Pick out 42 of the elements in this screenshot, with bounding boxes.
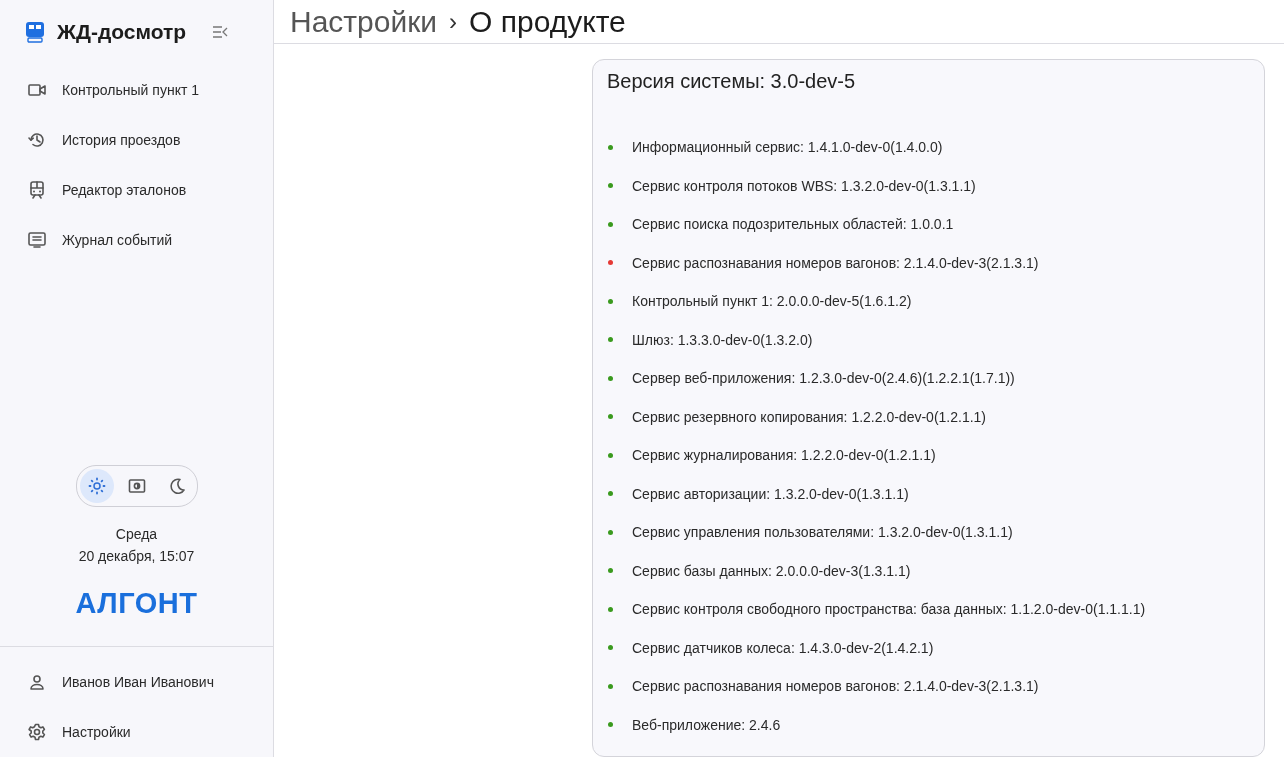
card-title: Версия системы: 3.0-dev-5 xyxy=(607,70,857,93)
service-version-text: Сервис базы данных: 2.0.0.0-dev-3(1.3.1.1) xyxy=(632,562,911,579)
sun-icon xyxy=(87,477,106,495)
sidebar-item[interactable]: Контрольный пункт 1 xyxy=(0,65,273,115)
contrast-icon xyxy=(127,478,146,494)
service-version-text: Сервис поиска подозрительных областей: 1.0.0.1 xyxy=(632,216,954,233)
camera-icon xyxy=(28,83,46,97)
service-version-text: Сервис резервного копирования: 1.2.2.0-dev-0(1.2.1.1) xyxy=(632,408,986,425)
service-version-text: Контрольный пункт 1: 2.0.0.0-dev-5(1.6.1.2) xyxy=(632,293,912,310)
service-version-text: Сервер веб-приложения: 1.2.3.0-dev-0(2.4.6)(1.2.2.1(1.7.1)) xyxy=(632,370,1015,387)
sidebar-item[interactable]: Редактор эталонов xyxy=(0,165,273,215)
sidebar-item[interactable]: История проездов xyxy=(0,115,273,165)
service-version-text: Сервис датчиков колеса: 1.4.3.0-dev-2(1.4.2.1) xyxy=(632,639,934,656)
monitor-list-icon xyxy=(28,232,46,248)
service-version-text: Сервис контроля свободного пространства: база данных: 1.1.2.0-dev-0(1.1.1.1) xyxy=(632,601,1146,618)
app-title: ЖД-досмотр xyxy=(57,20,187,44)
service-version-text: Шлюз: 1.3.3.0-dev-0(1.3.2.0) xyxy=(632,331,813,348)
date-time-label: 20 декабря, 15:07 xyxy=(77,547,196,566)
service-version-text: Веб-приложение: 2.4.6 xyxy=(632,716,781,733)
service-version-text: Сервис авторизации: 1.3.2.0-dev-0(1.3.1.1) xyxy=(632,485,909,502)
train-icon xyxy=(29,181,45,199)
breadcrumb-parent-link[interactable]: Настройки xyxy=(290,4,438,39)
service-version-text: Сервис управления пользователями: 1.3.2.0-dev-0(1.3.1.1) xyxy=(632,524,1013,541)
service-version-text: Сервис распознавания номеров вагонов: 2.1.4.0-dev-3(2.1.3.1) xyxy=(632,254,1039,271)
user-icon xyxy=(29,674,45,690)
settings-menu-item[interactable]: Настройки xyxy=(0,707,273,757)
user-menu-item[interactable]: Иванов Иван Иванович xyxy=(0,657,273,707)
service-version-text: Сервис контроля потоков WBS: 1.3.2.0-dev-0(1.3.1.1) xyxy=(632,177,976,194)
collapse-menu-icon[interactable] xyxy=(212,26,229,38)
page-title: О продукте xyxy=(469,4,626,39)
settings-icon xyxy=(28,723,46,741)
breadcrumb-separator: › xyxy=(449,7,458,36)
service-version-text: Сервис журналирования: 1.2.2.0-dev-0(1.2.1.1) xyxy=(632,447,936,464)
sidebar-item[interactable]: Журнал событий xyxy=(0,215,273,265)
history-icon xyxy=(28,131,46,149)
moon-icon xyxy=(167,477,186,495)
service-version-text: Сервис распознавания номеров вагонов: 2.1.4.0-dev-3(2.1.3.1) xyxy=(632,678,1039,695)
train-logo-icon xyxy=(25,21,45,43)
company-logo: АЛГОНТ xyxy=(74,587,199,620)
service-version-text: Информационный сервис: 1.4.1.0-dev-0(1.4.0.0) xyxy=(632,139,943,156)
day-label: Среда xyxy=(114,525,159,544)
theme-option[interactable] xyxy=(79,469,114,503)
